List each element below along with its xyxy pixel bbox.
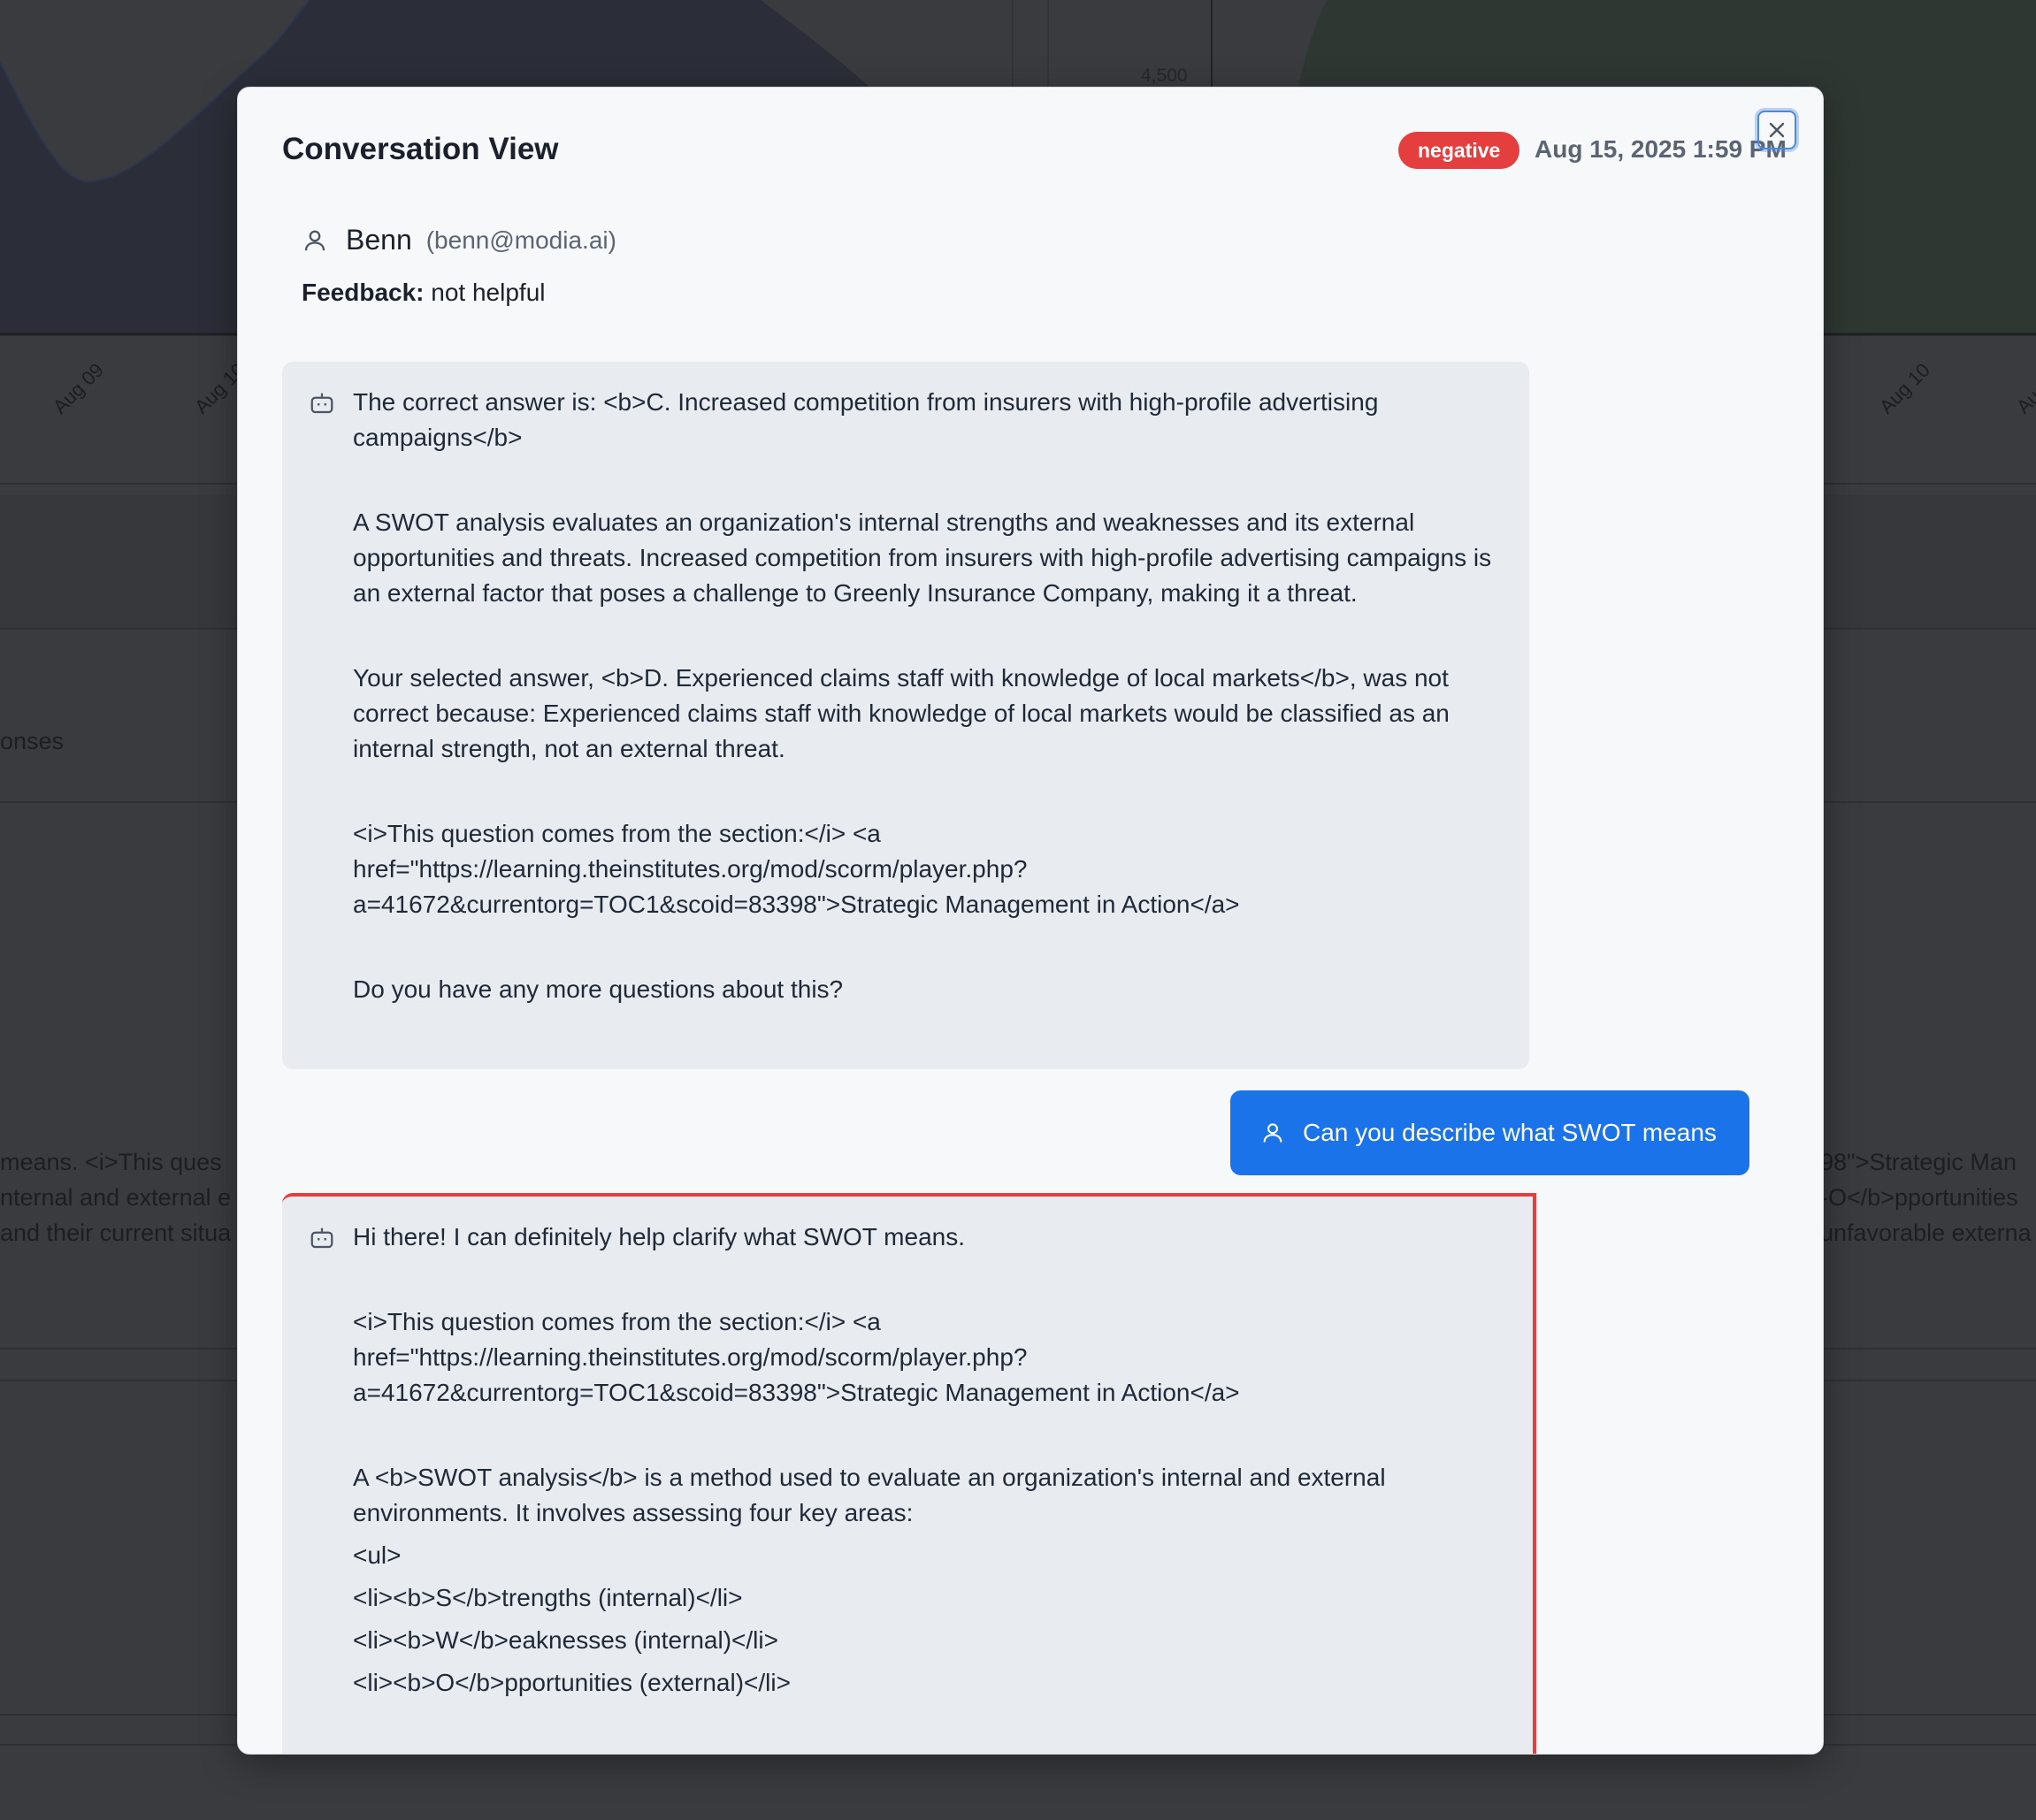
bot-icon [310, 393, 333, 414]
bot-icon [310, 1227, 333, 1249]
assistant-message: The correct answer is: <b>C. Increased c… [282, 362, 1529, 1069]
message-paragraph: <i>This question comes from the section:… [353, 1308, 1240, 1406]
message-line: <li><b>W</b>eaknesses (internal)</li> [353, 1626, 778, 1654]
message-line: <ul> [353, 1541, 402, 1569]
background-label: onses [0, 728, 65, 754]
feedback-value: not helpful [431, 279, 546, 306]
user-message: Can you describe what SWOT means [1230, 1090, 1749, 1175]
background-x-tick: Aug 10 [1875, 358, 1934, 418]
sentiment-badge: negative [1398, 132, 1520, 169]
modal-title: Conversation View [282, 132, 559, 166]
user-message-text: Can you describe what SWOT means [1303, 1119, 1717, 1146]
user-info: Benn (benn@modia.ai) [302, 224, 616, 256]
message-line: <li><b>S</b>trengths (internal)</li> [353, 1584, 743, 1611]
background-y-tick: 4,500 [1141, 65, 1188, 86]
feedback-label: Feedback: [302, 279, 425, 306]
close-button[interactable] [1757, 111, 1796, 149]
message-paragraph: A <b>SWOT analysis</b> is a method used … [353, 1464, 1386, 1526]
message-paragraph: A SWOT analysis evaluates an organizatio… [353, 509, 1492, 607]
user-icon [1263, 1123, 1282, 1143]
background-snippet: means. <i>This ques [0, 1149, 222, 1175]
assistant-message-highlighted: Hi there! I can definitely help clarify … [282, 1193, 1536, 1754]
message-paragraph: The correct answer is: <b>C. Increased c… [353, 388, 1379, 451]
message-paragraph: Do you have any more questions about thi… [353, 975, 844, 1003]
background-snippet: unfavorable externa [1820, 1220, 2032, 1246]
conversation-modal: Conversation View negative Aug 15, 2025 … [237, 87, 1824, 1755]
background-snippet: -O</b>pportunities [1820, 1184, 2018, 1211]
background-x-tick: Aug 09 [49, 358, 108, 418]
feedback-line: Feedback: not helpful [302, 279, 546, 307]
background-x-tick: Au [2012, 385, 2036, 418]
message-paragraph: Your selected answer, <b>D. Experienced … [353, 664, 1450, 762]
user-name: Benn [346, 224, 412, 256]
message-line: <li><b>O</b>pportunities (external)</li> [353, 1669, 791, 1696]
message-paragraph: Hi there! I can definitely help clarify … [353, 1223, 965, 1250]
background-snippet: 98">Strategic Man [1820, 1149, 2017, 1175]
user-icon [304, 230, 325, 250]
close-icon [1769, 122, 1785, 138]
background-snippet: and their current situa [0, 1220, 232, 1246]
user-email: (benn@modia.ai) [425, 226, 616, 254]
background-snippet: nternal and external e [0, 1184, 232, 1211]
conversation-timestamp: Aug 15, 2025 1:59 PM [1535, 135, 1787, 163]
message-paragraph: <i>This question comes from the section:… [353, 820, 1240, 918]
